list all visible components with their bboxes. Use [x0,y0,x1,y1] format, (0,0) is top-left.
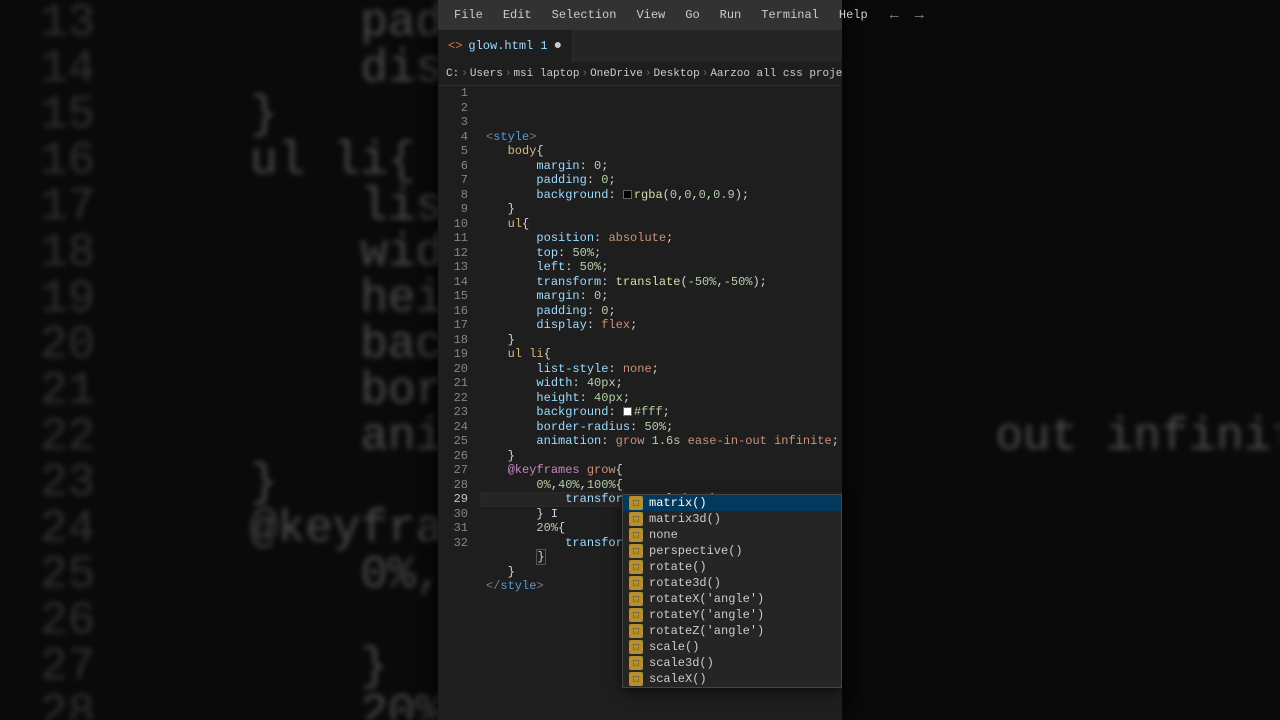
intellisense-option[interactable]: ⬚rotate3d() [623,575,841,591]
menu-help[interactable]: Help [831,4,876,26]
nav-back-icon[interactable]: ← [884,3,905,28]
value-icon: ⬚ [629,576,643,590]
intellisense-option[interactable]: ⬚rotateY('angle') [623,607,841,623]
line-number-gutter: 1234567891011121314151617181920212223242… [438,86,480,720]
breadcrumb[interactable]: C:› Users› msi laptop› OneDrive› Desktop… [438,62,842,86]
nav-forward-icon[interactable]: → [909,3,930,28]
intellisense-option[interactable]: ⬚none [623,527,841,543]
value-icon: ⬚ [629,560,643,574]
value-icon: ⬚ [629,656,643,670]
intellisense-popup[interactable]: ⬚matrix()⬚matrix3d()⬚none⬚perspective()⬚… [622,494,842,688]
intellisense-option[interactable]: ⬚matrix3d() [623,511,841,527]
menubar: File Edit Selection View Go Run Terminal… [438,0,842,30]
dirty-indicator-icon: ● [554,38,562,54]
menu-file[interactable]: File [446,4,491,26]
menu-selection[interactable]: Selection [544,4,625,26]
value-icon: ⬚ [629,528,643,542]
value-icon: ⬚ [629,624,643,638]
tab-glow-html[interactable]: <> glow.html 1 ● [438,30,573,62]
intellisense-option[interactable]: ⬚perspective() [623,543,841,559]
menu-go[interactable]: Go [677,4,707,26]
value-icon: ⬚ [629,544,643,558]
menu-run[interactable]: Run [712,4,750,26]
menu-terminal[interactable]: Terminal [753,4,827,26]
value-icon: ⬚ [629,640,643,654]
intellisense-option[interactable]: ⬚matrix() [623,495,841,511]
tab-filename: glow.html 1 [468,39,547,53]
tab-bar: <> glow.html 1 ● [438,30,842,62]
intellisense-option[interactable]: ⬚rotate() [623,559,841,575]
intellisense-option[interactable]: ⬚scaleX() [623,671,841,687]
value-icon: ⬚ [629,672,643,686]
menu-edit[interactable]: Edit [495,4,540,26]
intellisense-option[interactable]: ⬚rotateX('angle') [623,591,841,607]
menu-view[interactable]: View [628,4,673,26]
value-icon: ⬚ [629,512,643,526]
value-icon: ⬚ [629,608,643,622]
intellisense-option[interactable]: ⬚scale() [623,639,841,655]
intellisense-option[interactable]: ⬚rotateZ('angle') [623,623,841,639]
intellisense-option[interactable]: ⬚scale3d() [623,655,841,671]
value-icon: ⬚ [629,592,643,606]
html-file-icon: <> [448,39,462,53]
value-icon: ⬚ [629,496,643,510]
